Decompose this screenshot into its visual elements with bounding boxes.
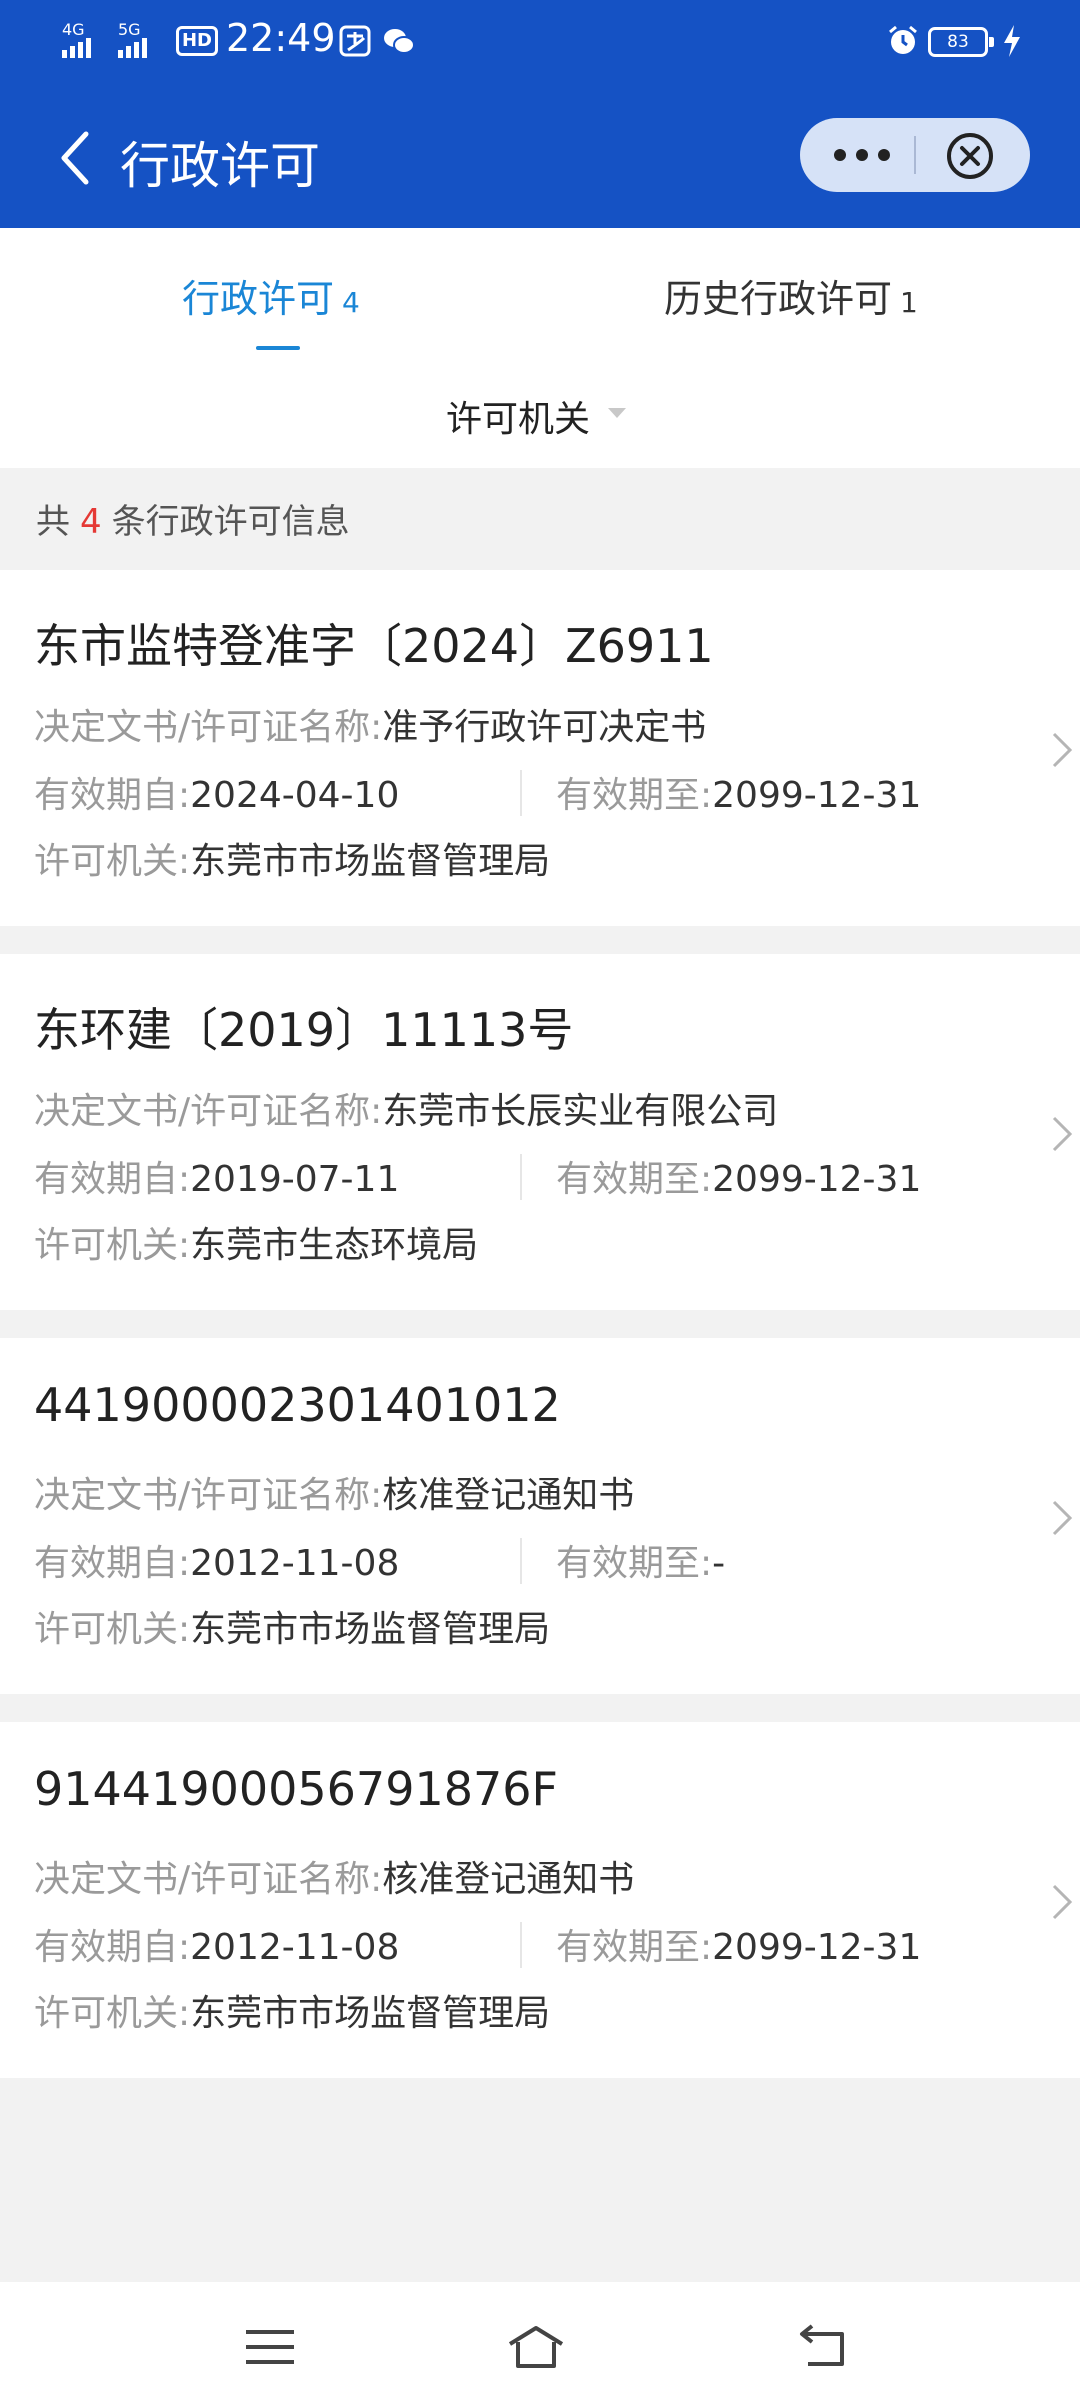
license-card[interactable]: 91441900056791876F 决定文书/许可证名称:核准登记通知书 有效期自… <box>0 1722 1080 2078</box>
authority-row: 许可机关:东莞市市场监督管理局 <box>34 1600 550 1652</box>
authority-label: 许可机关: <box>34 1225 191 1266</box>
menu-icon[interactable] <box>240 2322 300 2372</box>
license-number: 441900002301401012 <box>34 1378 561 1432</box>
valid-to-value: - <box>712 1543 726 1584</box>
valid-from-value: 2012-11-08 <box>190 1543 400 1584</box>
valid-to-label: 有效期至: <box>556 1543 713 1584</box>
valid-to-label: 有效期至: <box>556 1927 713 1968</box>
alipay-icon <box>339 25 371 57</box>
close-circle-icon[interactable] <box>944 130 996 182</box>
authority-value: 东莞市市场监督管理局 <box>190 841 551 882</box>
authority-row: 许可机关:东莞市市场监督管理局 <box>34 832 550 884</box>
chevron-right-icon <box>1052 1500 1073 1536</box>
authority-value: 东莞市市场监督管理局 <box>190 1993 551 2034</box>
home-icon[interactable] <box>506 2322 566 2372</box>
nav-bar: 行政许可 <box>0 110 1080 202</box>
divider <box>520 770 522 816</box>
license-card[interactable]: 441900002301401012 决定文书/许可证名称:核准登记通知书 有效期自… <box>0 1338 1080 1694</box>
status-time: 22:49 <box>226 16 336 60</box>
valid-from-value: 2024-04-10 <box>190 775 400 816</box>
system-nav-bar <box>0 2282 1080 2408</box>
tab-administrative-license[interactable]: 行政许可 4 <box>182 268 360 323</box>
divider <box>520 1154 522 1200</box>
license-number: 东环建〔2019〕11113号 <box>34 1003 574 1057</box>
valid-from-label: 有效期自: <box>34 1159 191 1200</box>
authority-value: 东莞市生态环境局 <box>190 1225 479 1266</box>
capsule-divider <box>914 136 916 174</box>
valid-from-row: 有效期自:2012-11-08 <box>34 1534 399 1586</box>
license-number: 东市监特登准字〔2024〕Z6911 <box>34 619 714 673</box>
tab-count: 1 <box>900 286 918 319</box>
battery-indicator: 83 <box>928 27 994 57</box>
divider <box>520 1922 522 1968</box>
valid-to-row: 有效期至:2099-12-31 <box>556 1150 921 1202</box>
signal-4g-icon: 4G <box>62 20 91 58</box>
tab-history-license[interactable]: 历史行政许可 1 <box>664 268 918 323</box>
valid-from-value: 2019-07-11 <box>190 1159 400 1200</box>
license-card[interactable]: 东市监特登准字〔2024〕Z6911 决定文书/许可证名称:准予行政许可决定书 有效… <box>0 570 1080 926</box>
valid-to-label: 有效期至: <box>556 775 713 816</box>
page-title: 行政许可 <box>120 137 320 195</box>
valid-from-value: 2012-11-08 <box>190 1927 400 1968</box>
signal-5g-icon: 5G <box>118 20 147 58</box>
tab-label: 行政许可 <box>182 277 335 321</box>
doc-name-value: 东莞市长辰实业有限公司 <box>382 1091 779 1132</box>
alarm-icon <box>889 25 917 54</box>
valid-from-label: 有效期自: <box>34 775 191 816</box>
authority-label: 许可机关: <box>34 1609 191 1650</box>
doc-name-row: 决定文书/许可证名称:东莞市长辰实业有限公司 <box>34 1082 778 1134</box>
result-summary: 共 4 条行政许可信息 <box>36 502 350 542</box>
doc-name-row: 决定文书/许可证名称:核准登记通知书 <box>34 1466 634 1518</box>
valid-from-row: 有效期自:2019-07-11 <box>34 1150 399 1202</box>
authority-label: 许可机关: <box>34 1993 191 2034</box>
chevron-right-icon <box>1052 732 1073 768</box>
hd-badge: HD <box>176 26 218 56</box>
valid-to-row: 有效期至:2099-12-31 <box>556 766 921 818</box>
license-card[interactable]: 东环建〔2019〕11113号 决定文书/许可证名称:东莞市长辰实业有限公司 有效期… <box>0 954 1080 1310</box>
back-arrow-icon[interactable] <box>52 128 102 188</box>
valid-from-row: 有效期自:2024-04-10 <box>34 766 399 818</box>
tab-count: 4 <box>342 286 360 319</box>
doc-name-label: 决定文书/许可证名称: <box>34 1091 383 1132</box>
doc-name-label: 决定文书/许可证名称: <box>34 1475 383 1516</box>
doc-name-label: 决定文书/许可证名称: <box>34 707 383 748</box>
valid-to-row: 有效期至:2099-12-31 <box>556 1918 921 1970</box>
valid-to-value: 2099-12-31 <box>712 1159 922 1200</box>
wechat-icon <box>384 29 415 54</box>
doc-name-value: 核准登记通知书 <box>382 1475 635 1516</box>
active-tab-indicator <box>256 346 300 350</box>
authority-row: 许可机关:东莞市市场监督管理局 <box>34 1984 550 2036</box>
chevron-right-icon <box>1052 1884 1073 1920</box>
license-number: 91441900056791876F <box>34 1762 558 1816</box>
status-bar: 4G 5G HD 22:49 83 <box>0 0 1080 82</box>
divider <box>520 1538 522 1584</box>
valid-to-value: 2099-12-31 <box>712 1927 922 1968</box>
valid-to-label: 有效期至: <box>556 1159 713 1200</box>
filter-bar: 许可机关 <box>0 368 1080 468</box>
doc-name-row: 决定文书/许可证名称:核准登记通知书 <box>34 1850 634 1902</box>
tab-bar: 行政许可 4 历史行政许可 1 <box>0 228 1080 368</box>
valid-to-value: 2099-12-31 <box>712 775 922 816</box>
authority-row: 许可机关:东莞市生态环境局 <box>34 1216 478 1268</box>
doc-name-value: 核准登记通知书 <box>382 1859 635 1900</box>
chevron-right-icon <box>1052 1116 1073 1152</box>
authority-filter-dropdown[interactable]: 许可机关 <box>446 390 590 442</box>
doc-name-label: 决定文书/许可证名称: <box>34 1859 383 1900</box>
mini-program-capsule <box>800 118 1030 192</box>
valid-from-row: 有效期自:2012-11-08 <box>34 1918 399 1970</box>
more-dots-icon[interactable] <box>830 136 894 174</box>
result-count: 4 <box>80 502 102 542</box>
valid-to-row: 有效期至:- <box>556 1534 725 1586</box>
top-bar: 4G 5G HD 22:49 83 行政许可 <box>0 0 1080 228</box>
doc-name-value: 准予行政许可决定书 <box>382 707 707 748</box>
charging-icon <box>1004 25 1020 57</box>
doc-name-row: 决定文书/许可证名称:准予行政许可决定书 <box>34 698 706 750</box>
back-icon[interactable] <box>794 2322 854 2372</box>
authority-label: 许可机关: <box>34 841 191 882</box>
tab-label: 历史行政许可 <box>664 277 893 321</box>
valid-from-label: 有效期自: <box>34 1927 191 1968</box>
caret-down-icon[interactable] <box>608 408 626 418</box>
authority-value: 东莞市市场监督管理局 <box>190 1609 551 1650</box>
valid-from-label: 有效期自: <box>34 1543 191 1584</box>
